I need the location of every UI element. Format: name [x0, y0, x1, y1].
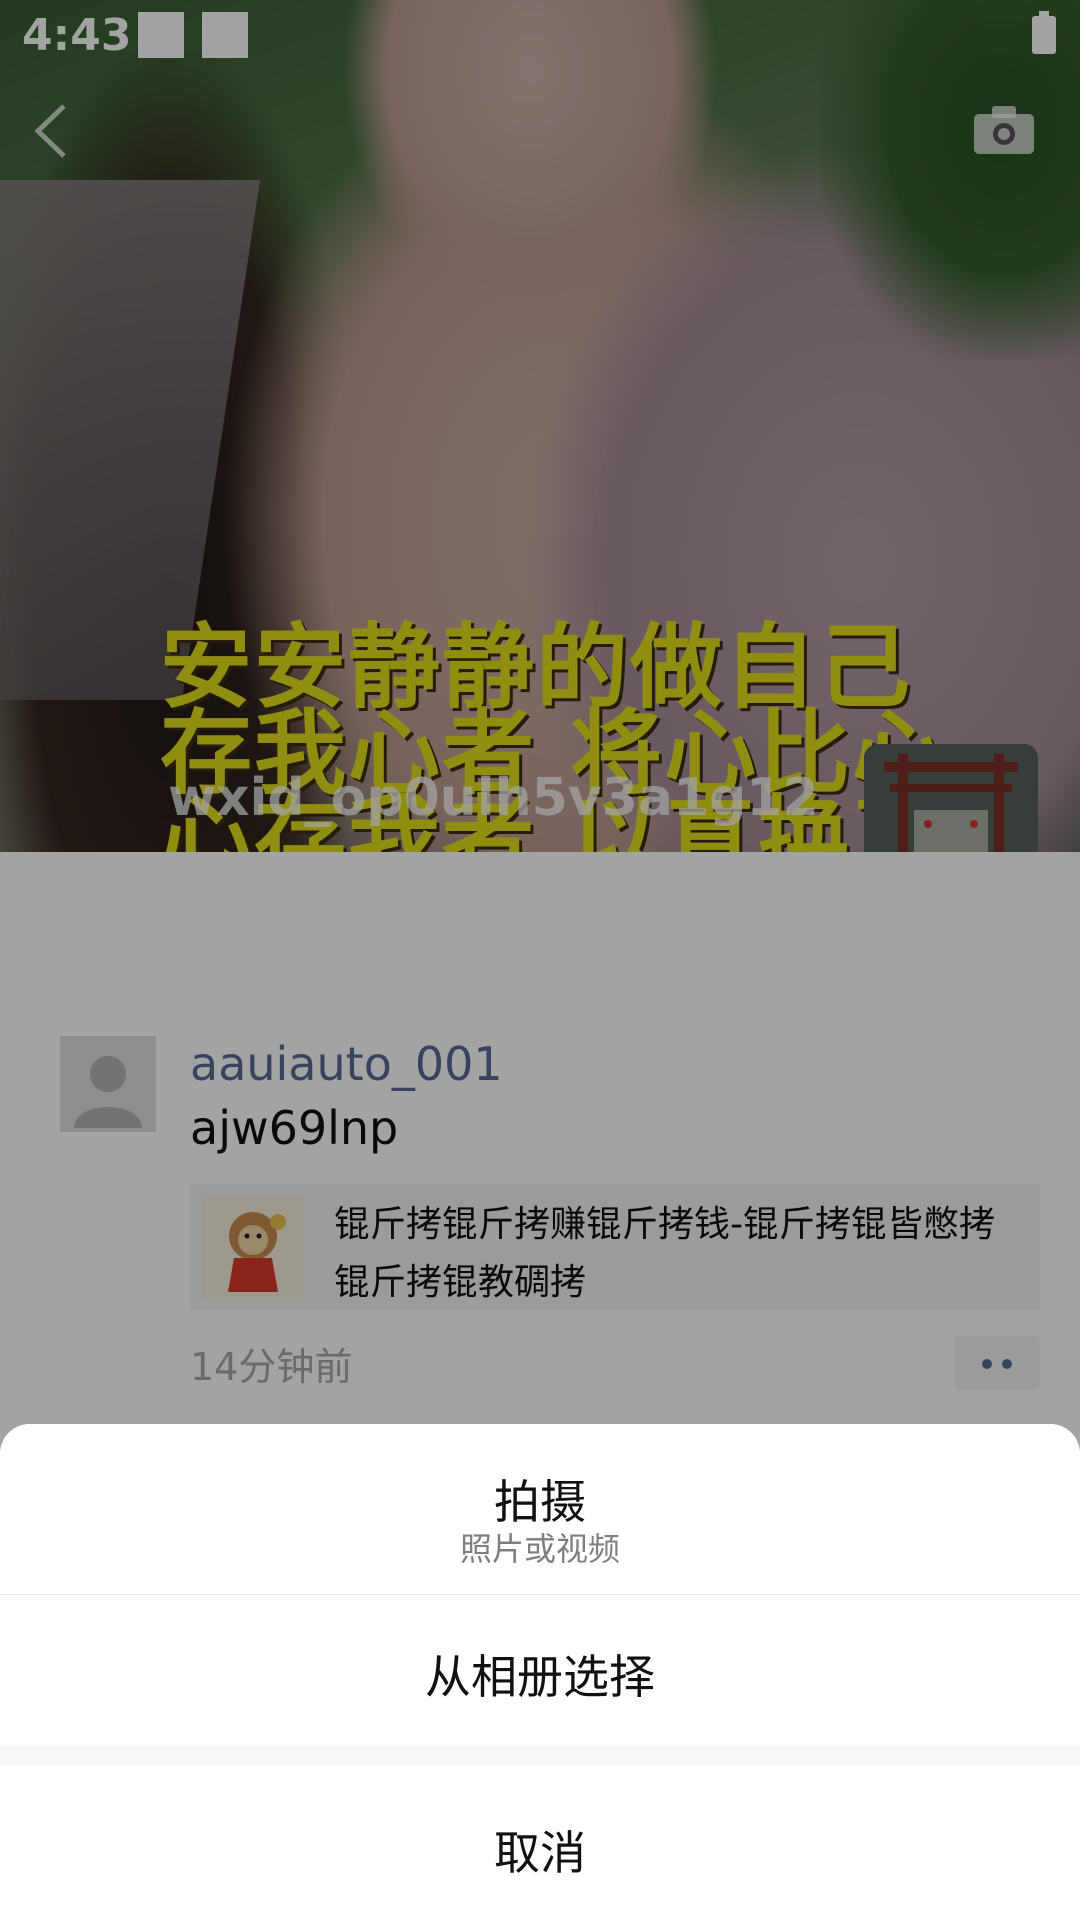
take-photo-sublabel: 照片或视频: [459, 1530, 620, 1568]
cancel-label: 取消: [494, 1826, 586, 1880]
take-photo-label: 拍摄: [494, 1475, 586, 1529]
action-sheet: 拍摄 照片或视频 从相册选择 取消: [0, 1424, 1080, 1920]
take-photo-option[interactable]: 拍摄 照片或视频: [0, 1424, 1080, 1594]
choose-from-album-option[interactable]: 从相册选择: [0, 1595, 1080, 1745]
sheet-gap: [0, 1745, 1080, 1765]
cancel-button[interactable]: 取消: [0, 1765, 1080, 1920]
choose-from-album-label: 从相册选择: [425, 1650, 655, 1704]
